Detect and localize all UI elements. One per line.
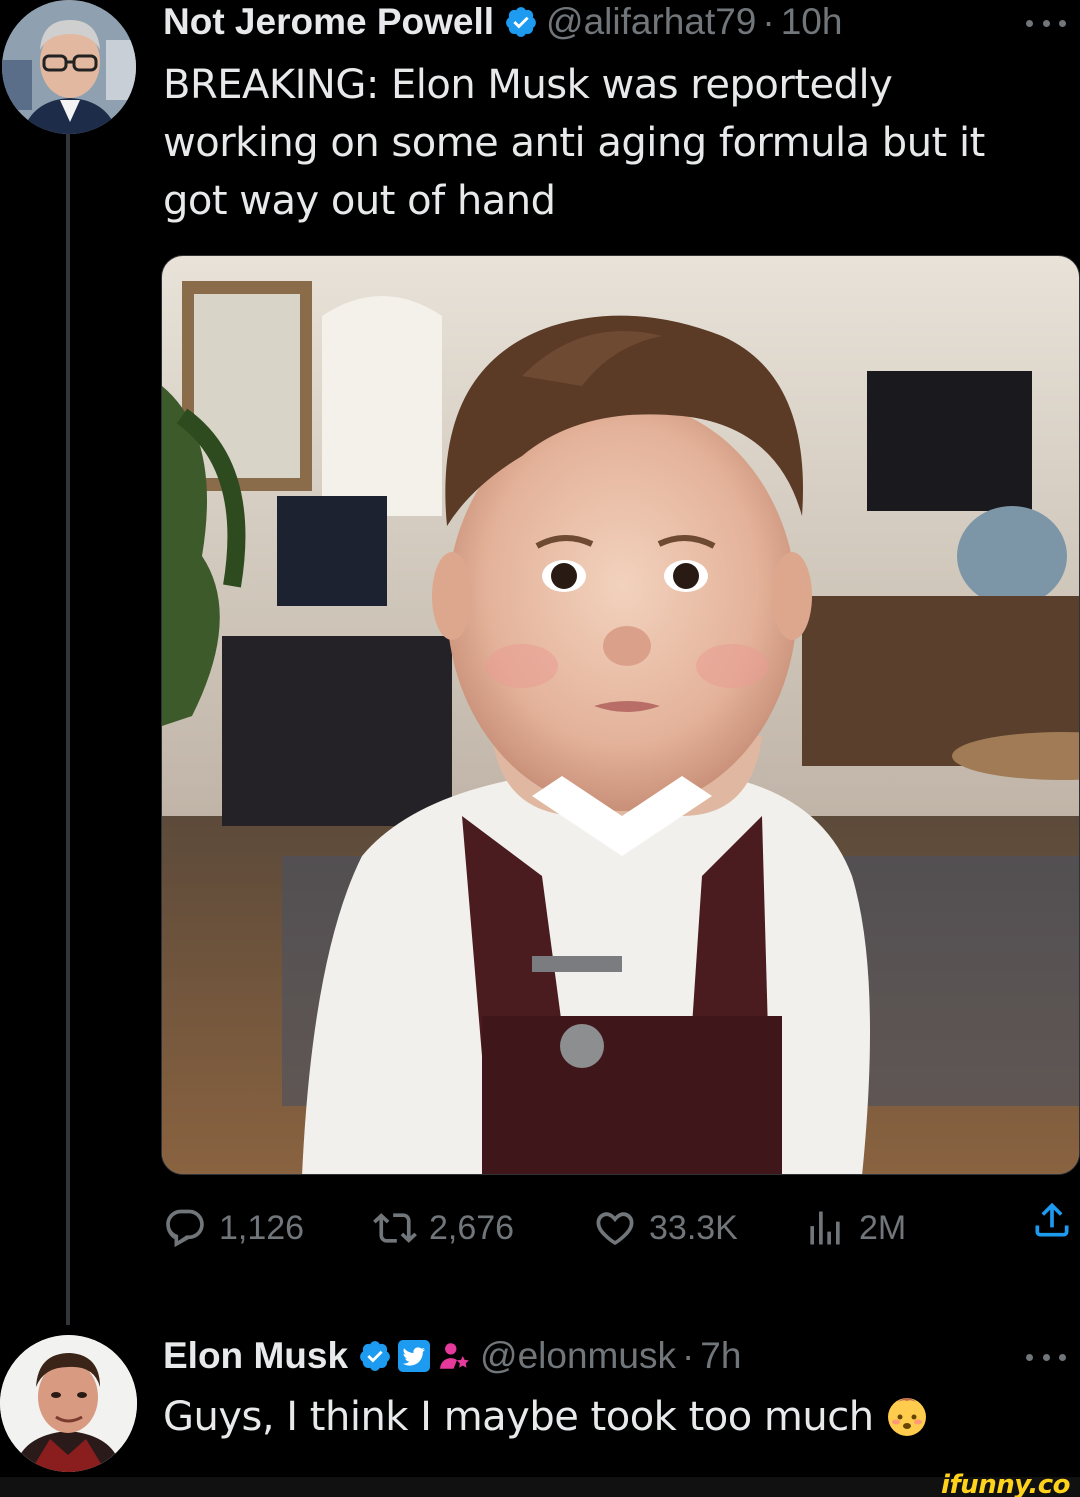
like-button[interactable]: 33.3K bbox=[593, 1198, 738, 1258]
reply-count: 1,126 bbox=[219, 1209, 305, 1247]
twitter-affiliate-badge-icon[interactable] bbox=[398, 1340, 431, 1372]
display-name[interactable]: Elon Musk bbox=[163, 1334, 348, 1378]
tweet-header: Not Jerome Powell @alifarhat79 · 10h bbox=[163, 0, 842, 44]
separator-dot: · bbox=[681, 1335, 695, 1376]
user-handle[interactable]: @elonmusk bbox=[480, 1334, 676, 1378]
more-options-icon[interactable] bbox=[1026, 1351, 1066, 1363]
separator-dot: · bbox=[762, 1, 775, 42]
retweet-button[interactable]: 2,676 bbox=[373, 1198, 514, 1258]
views-button[interactable]: 2M bbox=[803, 1198, 906, 1258]
person-avatar-icon bbox=[0, 1335, 137, 1472]
timestamp[interactable]: 7h bbox=[700, 1334, 741, 1378]
reply-button[interactable]: 1,126 bbox=[163, 1198, 304, 1258]
user-handle[interactable]: @alifarhat79 bbox=[546, 0, 756, 44]
timestamp[interactable]: 10h bbox=[781, 0, 843, 44]
retweet-icon bbox=[373, 1213, 417, 1243]
verified-badge-icon[interactable] bbox=[358, 1339, 392, 1373]
tweet-body: Guys, I think I maybe took too much bbox=[163, 1388, 1043, 1446]
tweet-body-text: Guys, I think I maybe took too much bbox=[163, 1394, 874, 1440]
heart-icon bbox=[596, 1212, 634, 1246]
people-affiliation-icon[interactable] bbox=[438, 1339, 472, 1373]
share-button[interactable] bbox=[1030, 1198, 1074, 1242]
photo-illustration bbox=[162, 256, 1079, 1174]
verified-badge-icon[interactable] bbox=[504, 5, 538, 39]
views-chart-icon bbox=[810, 1211, 840, 1245]
ifunny-watermark: ifunny.co bbox=[941, 1470, 1070, 1497]
person-avatar-icon bbox=[2, 0, 136, 134]
baby-emoji-icon bbox=[884, 1392, 930, 1438]
retweet-count: 2,676 bbox=[429, 1209, 515, 1247]
avatar[interactable] bbox=[0, 1335, 137, 1472]
reply-icon bbox=[166, 1209, 204, 1248]
tweet-media-photo[interactable] bbox=[161, 255, 1080, 1175]
views-count: 2M bbox=[859, 1209, 907, 1247]
like-count: 33.3K bbox=[649, 1209, 738, 1247]
tweet-thread-page: Not Jerome Powell @alifarhat79 · 10h BRE… bbox=[0, 0, 1080, 1497]
avatar[interactable] bbox=[2, 0, 136, 134]
more-options-icon[interactable] bbox=[1026, 17, 1066, 29]
tweet-header: Elon Musk @elonmusk · 7h bbox=[163, 1334, 741, 1378]
tweet-body: BREAKING: Elon Musk was reportedly worki… bbox=[163, 62, 985, 224]
bottom-strip bbox=[0, 1477, 1080, 1497]
thread-connector-line bbox=[66, 130, 70, 1325]
share-icon bbox=[1035, 1202, 1069, 1237]
display-name[interactable]: Not Jerome Powell bbox=[163, 0, 494, 44]
tweet-actions-bar: 1,126 2,676 33.3K 2M bbox=[163, 1198, 1080, 1258]
